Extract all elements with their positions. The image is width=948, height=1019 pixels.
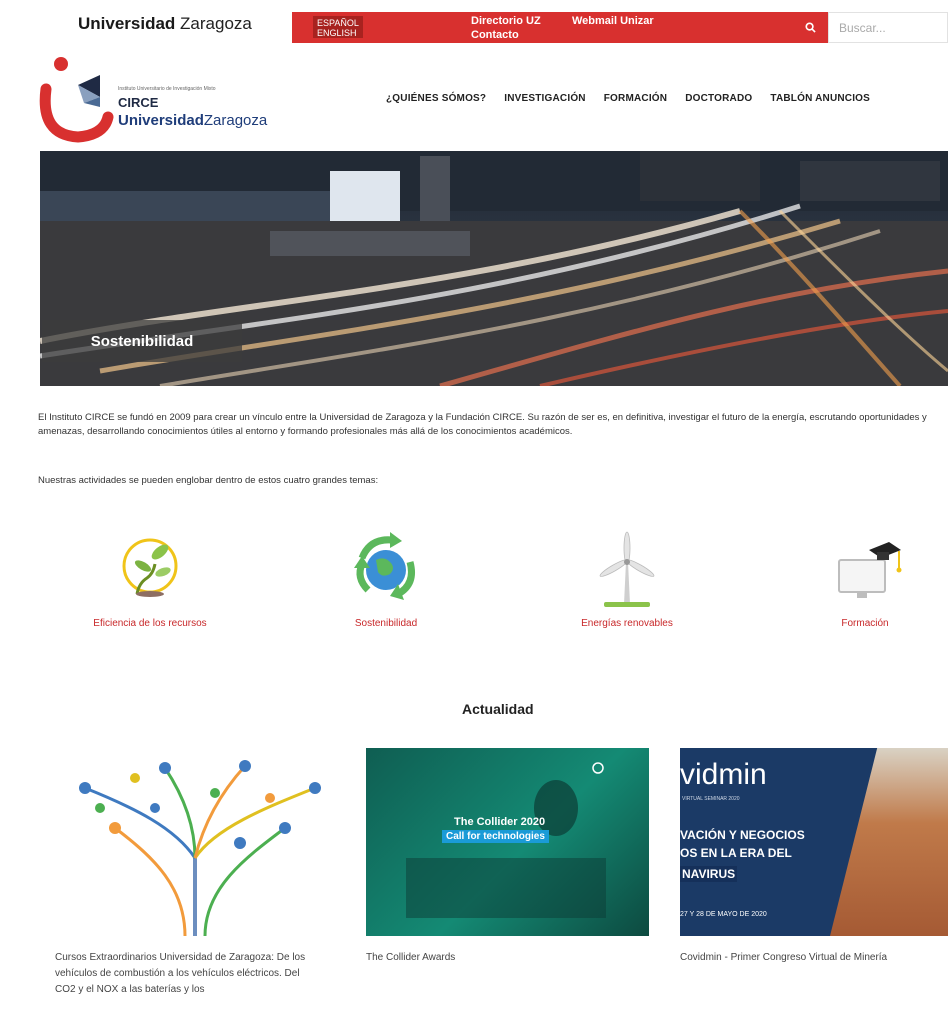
theme-label: Eficiencia de los recursos [93,618,207,629]
nav-doctorado[interactable]: DOCTORADO [685,93,752,104]
collider-subtitle: Call for technologies [442,830,549,843]
news-image[interactable]: The Collider 2020 Call for technologies [366,748,649,936]
hero-caption[interactable]: Sostenibilidad [42,320,242,362]
theme-label: Energías renovables [581,618,673,629]
logo-mark-icon [39,57,114,143]
news-caption[interactable]: Cursos Extraordinarios Universidad de Za… [55,950,315,998]
theme-label: Sostenibilidad [354,618,418,629]
search-button[interactable] [792,12,828,43]
covidmin-line2: OS EN LA ERA DEL [680,846,792,860]
covidmin-brand: vidmin [680,758,767,791]
news-image[interactable] [55,748,345,936]
nav-quienes-somos[interactable]: ¿QUIÉNES SÓMOS? [386,93,486,104]
themes-lead-text: Nuestras actividades se pueden englobar … [38,475,379,486]
news-card-covidmin[interactable]: vidmin VIRTUAL SEMINAR 2020 VACIÓN Y NEG… [680,748,948,966]
plant-icon [122,538,178,597]
news-caption[interactable]: Covidmin - Primer Congreso Virtual de Mi… [680,950,940,966]
logo-circe-text: CIRCE [118,95,159,110]
covidmin-date: 27 Y 28 DE MAYO DE 2020 [680,911,767,918]
wind-turbine-icon [599,531,655,607]
main-nav: ¿QUIÉNES SÓMOS? INVESTIGACIÓN FORMACIÓN … [386,93,870,104]
top-bar: Universidad Zaragoza ESPAÑOL ENGLISH Dir… [0,0,948,45]
graduation-cap-icon [838,542,902,598]
university-brand[interactable]: Universidad Zaragoza [78,14,252,34]
news-image[interactable]: vidmin VIRTUAL SEMINAR 2020 VACIÓN Y NEG… [680,748,948,936]
top-red-bar [292,12,828,43]
covidmin-line1: VACIÓN Y NEGOCIOS [680,828,805,842]
nav-tablon-anuncios[interactable]: TABLÓN ANUNCIOS [770,93,870,104]
webmail-link[interactable]: Webmail Unizar [572,14,654,28]
theme-sostenibilidad[interactable]: Sostenibilidad [286,528,486,629]
covidmin-line3: NAVIRUS [680,866,738,882]
contact-link[interactable]: Contacto [471,28,519,42]
intro-paragraph: El Instituto CIRCE se fundó en 2009 para… [38,412,927,437]
theme-energias-renovables[interactable]: Energías renovables [527,528,727,629]
theme-label: Formación [841,618,889,629]
theme-formacion[interactable]: Formación [765,528,948,629]
logo-university-text: UniversidadZaragoza [118,112,268,129]
tree-illustration [79,760,321,936]
search-input[interactable] [828,12,948,43]
language-switcher[interactable]: ESPAÑOL ENGLISH [313,16,363,38]
news-card-collider[interactable]: The Collider 2020 Call for technologies … [366,748,649,966]
logo-subtitle: Instituto Universitario de Investigación… [118,86,216,92]
search-icon [804,22,816,33]
recycle-globe-icon [354,532,415,600]
news-card-cursos[interactable]: Cursos Extraordinarios Universidad de Za… [55,748,345,998]
covidmin-sub: VIRTUAL SEMINAR 2020 [682,796,740,802]
collider-title: The Collider 2020 [454,816,546,828]
nav-formacion[interactable]: FORMACIÓN [604,93,667,104]
news-section-title: Actualidad [462,701,534,717]
circe-logo[interactable] [38,55,298,145]
theme-eficiencia[interactable]: Eficiencia de los recursos [50,528,250,629]
nav-investigacion[interactable]: INVESTIGACIÓN [504,93,586,104]
news-caption[interactable]: The Collider Awards [366,950,626,966]
mining-photo [830,748,948,936]
directory-link[interactable]: Directorio UZ [471,14,541,28]
